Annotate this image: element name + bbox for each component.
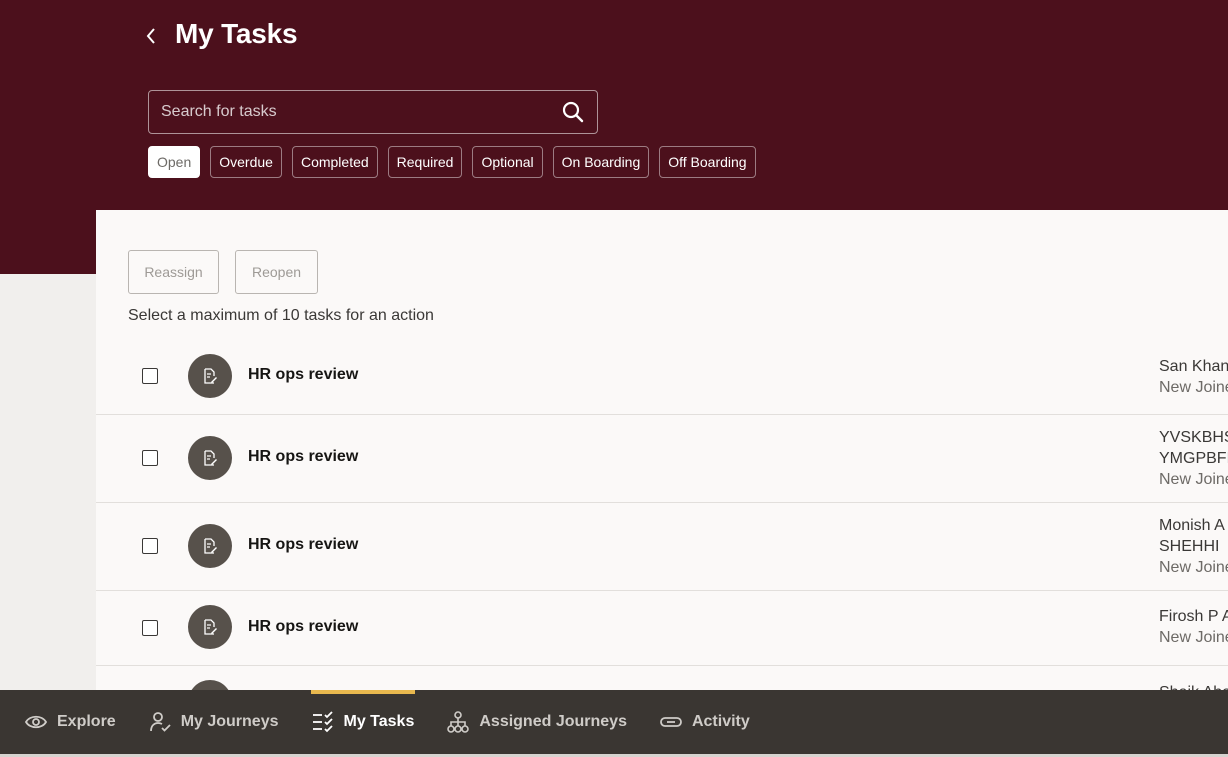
filter-chip-open[interactable]: Open bbox=[148, 146, 201, 178]
search-box[interactable] bbox=[148, 90, 598, 134]
task-avatar bbox=[188, 436, 232, 480]
journey-type: New Joine bbox=[1159, 559, 1228, 576]
task-assignee: YVSKBHS YMGPBFF New Joine bbox=[1159, 427, 1228, 490]
task-name[interactable]: HR ops review bbox=[248, 536, 358, 554]
assignee-name: SHEHHI bbox=[1159, 538, 1220, 555]
table-row[interactable]: HR ops review San Khan New Joine bbox=[96, 342, 1228, 415]
nav-item-explore[interactable]: Explore bbox=[25, 690, 116, 754]
nav-item-my-tasks[interactable]: My Tasks bbox=[310, 690, 416, 754]
nav-item-label: Assigned Journeys bbox=[479, 713, 627, 730]
task-checkbox[interactable] bbox=[142, 450, 158, 466]
task-avatar bbox=[188, 354, 232, 398]
journey-type: New Joine bbox=[1159, 629, 1228, 646]
task-list-panel: Reassign Reopen Select a maximum of 10 t… bbox=[96, 210, 1228, 690]
table-row[interactable]: HR ops review YVSKBHS YMGPBFF New Joine bbox=[96, 415, 1228, 503]
task-checkbox[interactable] bbox=[142, 538, 158, 554]
filter-chip-overdue[interactable]: Overdue bbox=[210, 146, 282, 178]
nav-item-my-journeys[interactable]: My Journeys bbox=[149, 690, 279, 754]
link-icon bbox=[660, 711, 682, 733]
task-checkbox[interactable] bbox=[142, 368, 158, 384]
bottom-nav: Explore My Journeys My Tasks Assigned Jo… bbox=[0, 690, 1228, 754]
search-input[interactable] bbox=[161, 103, 561, 121]
nav-item-activity[interactable]: Activity bbox=[660, 690, 750, 754]
nav-item-label: Activity bbox=[691, 713, 750, 730]
assignee-name: Monish A bbox=[1159, 517, 1225, 534]
filter-chip-optional[interactable]: Optional bbox=[472, 146, 543, 178]
assignee-name: San Khan bbox=[1159, 358, 1228, 375]
filter-chips: Open Overdue Completed Required Optional… bbox=[148, 146, 756, 178]
task-checkbox[interactable] bbox=[142, 620, 158, 636]
checklist-icon bbox=[312, 711, 334, 733]
filter-chip-required[interactable]: Required bbox=[387, 146, 463, 178]
document-edit-icon bbox=[204, 538, 217, 554]
eye-icon bbox=[25, 711, 47, 733]
chevron-left-icon bbox=[146, 28, 155, 44]
task-assignee: Firosh P A New Joine bbox=[1159, 606, 1228, 648]
journey-type: New Joine bbox=[1159, 471, 1228, 488]
assignee-name: YMGPBFF bbox=[1159, 450, 1228, 467]
task-avatar bbox=[188, 524, 232, 568]
selection-hint: Select a maximum of 10 tasks for an acti… bbox=[128, 307, 434, 324]
assignee-name: Shaik Aba bbox=[1159, 682, 1228, 690]
assignee-name: YVSKBHS bbox=[1159, 429, 1228, 446]
filter-chip-off-boarding[interactable]: Off Boarding bbox=[659, 146, 756, 178]
nav-item-label: My Tasks bbox=[343, 713, 415, 730]
reopen-button[interactable]: Reopen bbox=[235, 250, 318, 294]
assignee-name: Firosh P A bbox=[1159, 608, 1228, 625]
table-row[interactable]: HR ops review Monish A SHEHHI New Joine bbox=[96, 503, 1228, 591]
filter-chip-completed[interactable]: Completed bbox=[291, 146, 378, 178]
document-edit-icon bbox=[204, 619, 217, 635]
journey-type: New Joine bbox=[1159, 379, 1228, 396]
task-assignee: San Khan New Joine bbox=[1159, 356, 1228, 398]
search-icon[interactable] bbox=[561, 100, 585, 124]
nav-item-assigned-journeys[interactable]: Assigned Journeys bbox=[447, 690, 627, 754]
page-title: My Tasks bbox=[175, 18, 298, 49]
nav-item-label: Explore bbox=[57, 713, 116, 730]
document-edit-icon bbox=[204, 368, 217, 384]
document-edit-icon bbox=[204, 450, 217, 466]
filter-chip-on-boarding[interactable]: On Boarding bbox=[552, 146, 650, 178]
reassign-button[interactable]: Reassign bbox=[128, 250, 219, 294]
task-name[interactable]: HR ops review bbox=[248, 618, 358, 636]
person-check-icon bbox=[149, 711, 171, 733]
table-row[interactable]: Shaik Aba bbox=[96, 666, 1228, 690]
task-avatar bbox=[188, 680, 232, 690]
table-row[interactable]: HR ops review Firosh P A New Joine bbox=[96, 591, 1228, 666]
back-button[interactable] bbox=[140, 24, 162, 48]
nav-item-label: My Journeys bbox=[180, 713, 279, 730]
task-avatar bbox=[188, 605, 232, 649]
task-assignee: Monish A SHEHHI New Joine bbox=[1159, 515, 1228, 578]
org-chart-icon bbox=[447, 711, 470, 733]
task-assignee: Shaik Aba bbox=[1159, 682, 1228, 690]
task-name[interactable]: HR ops review bbox=[248, 448, 358, 466]
task-name[interactable]: HR ops review bbox=[248, 366, 358, 384]
